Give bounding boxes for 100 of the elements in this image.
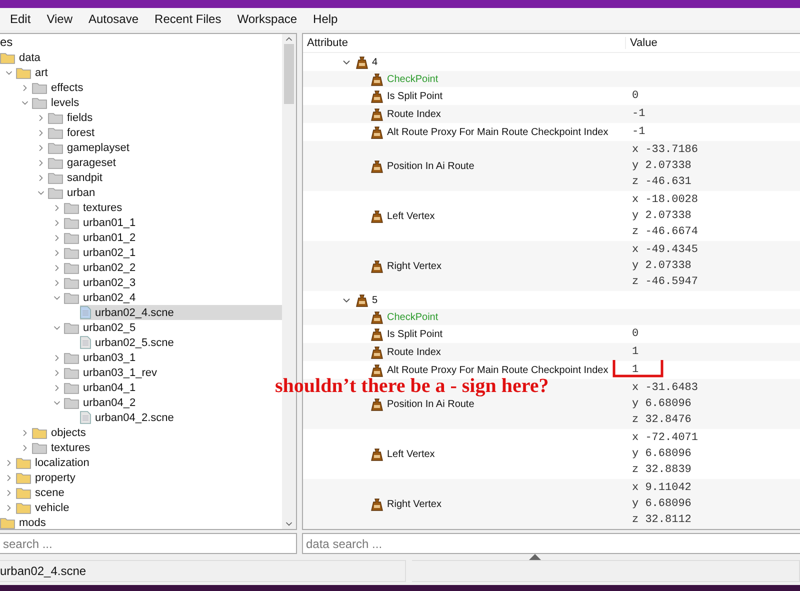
- vector-component: y 2.07338: [632, 259, 692, 274]
- vector-component: x 9.11042: [632, 481, 692, 496]
- attribute-name: Left Vertex: [387, 448, 435, 460]
- tree-item[interactable]: vehicle: [16, 500, 74, 515]
- bag-icon: [371, 72, 383, 86]
- vector-component: y 2.07338: [632, 209, 692, 224]
- bracket-drawing: [612, 359, 664, 379]
- vector-component: x -72.4071: [632, 431, 698, 446]
- vector-component: x -18.0028: [632, 193, 698, 208]
- bag-icon: [371, 346, 383, 358]
- tree-item[interactable]: textures: [32, 440, 94, 455]
- tree-item[interactable]: urban04_2: [64, 395, 140, 410]
- bag-icon: [371, 310, 383, 324]
- tree-item[interactable]: urban01_2: [64, 230, 140, 245]
- vector-component: z 32.8839: [632, 463, 692, 478]
- attribute-name: Route Index: [387, 346, 441, 358]
- tree-item[interactable]: urban02_5.scne: [80, 335, 178, 350]
- tree-item[interactable]: garageset: [48, 155, 120, 170]
- bag-icon: [371, 90, 383, 102]
- tree-item[interactable]: urban02_4: [64, 290, 140, 305]
- tree-item[interactable]: objects: [32, 425, 90, 440]
- tree-item[interactable]: urban01_1: [64, 215, 140, 230]
- annotation-text: shouldn’t there be a - sign here?: [275, 375, 549, 398]
- attribute-name: Right Vertex: [387, 498, 442, 510]
- vector-component: y 6.68096: [632, 497, 692, 512]
- tree-item[interactable]: art: [16, 65, 52, 80]
- attribute-value: 1: [632, 345, 639, 360]
- tree-item[interactable]: urban03_1: [64, 350, 140, 365]
- bag-icon: [371, 498, 383, 510]
- tree-item[interactable]: scene: [16, 485, 68, 500]
- bag-icon: [371, 364, 383, 376]
- group-label: 4: [372, 56, 378, 68]
- vector-component: y 6.68096: [632, 447, 692, 462]
- tree-item[interactable]: urban02_4.scne: [80, 305, 282, 320]
- attribute-value: -1: [632, 107, 646, 122]
- tree-item[interactable]: urban02_3: [64, 275, 140, 290]
- attribute-name: Is Split Point: [387, 90, 443, 102]
- tree-item[interactable]: mods: [0, 515, 50, 529]
- tree-item[interactable]: urban02_2: [64, 260, 140, 275]
- menu-item[interactable]: View: [38, 12, 80, 26]
- menu-item[interactable]: Edit: [2, 12, 39, 26]
- tree-item[interactable]: urban: [48, 185, 100, 200]
- attribute-value: 0: [632, 327, 639, 342]
- search-field[interactable]: data search ...: [302, 533, 800, 554]
- search-field[interactable]: search ...: [0, 533, 297, 554]
- vector-component: z -46.631: [632, 175, 692, 190]
- attribute-name: Left Vertex: [387, 210, 435, 222]
- vector-component: z -46.5947: [632, 275, 698, 290]
- tree-item[interactable]: urban04_1: [64, 380, 140, 395]
- tree-item[interactable]: sandpit: [48, 170, 106, 185]
- vector-component: y 2.07338: [632, 159, 692, 174]
- tree-item[interactable]: levels: [32, 95, 84, 110]
- attribute-name: Is Split Point: [387, 328, 443, 340]
- column-header: Value: [629, 37, 658, 49]
- column-header: es: [0, 35, 13, 49]
- tree-item[interactable]: urban02_1: [64, 245, 140, 260]
- tree-item[interactable]: urban03_1_rev: [64, 365, 162, 380]
- vector-component: z -46.6674: [632, 225, 698, 240]
- menu-item[interactable]: Help: [305, 12, 346, 26]
- menu-item[interactable]: Workspace: [229, 12, 306, 26]
- attribute-name: CheckPoint: [387, 312, 438, 322]
- vector-component: x -33.7186: [632, 143, 698, 158]
- tree-item[interactable]: localization: [16, 455, 94, 470]
- vector-component: z 32.8476: [632, 413, 692, 428]
- column-header: Attribute: [303, 37, 626, 49]
- vector-component: x -49.4345: [632, 243, 698, 258]
- bag-icon: [371, 160, 383, 172]
- attribute-name: Alt Route Proxy For Main Route Checkpoint Index: [387, 364, 608, 376]
- attribute-name: Right Vertex: [387, 260, 442, 272]
- tree-item[interactable]: effects: [32, 80, 88, 95]
- bag-icon: [371, 260, 383, 272]
- vector-component: y 6.68096: [632, 397, 692, 412]
- vector-component: x -31.6483: [632, 381, 698, 396]
- attribute-name: Route Index: [387, 108, 441, 120]
- bag-icon: [371, 108, 383, 120]
- vector-component: z 32.8112: [632, 513, 692, 528]
- status-text: urban02_4.scne: [0, 564, 86, 578]
- tree-item[interactable]: textures: [64, 200, 126, 215]
- bag-icon: [371, 398, 383, 410]
- bag-icon: [371, 126, 383, 138]
- tree-item[interactable]: forest: [48, 125, 99, 140]
- attribute-name: CheckPoint: [387, 74, 438, 84]
- menu-item[interactable]: Autosave: [80, 12, 147, 26]
- bag-icon: [356, 56, 368, 68]
- attribute-name: Position In Ai Route: [387, 398, 474, 410]
- attribute-value: 1: [632, 363, 639, 378]
- attribute-value: 0: [632, 89, 639, 104]
- attribute-value: -1: [632, 125, 646, 140]
- tree-item[interactable]: property: [16, 470, 80, 485]
- scrollbar-thumb[interactable]: [284, 44, 294, 104]
- tree-item[interactable]: gameplayset: [48, 140, 134, 155]
- tree-item[interactable]: data: [0, 50, 44, 65]
- menu-item[interactable]: Recent Files: [146, 12, 230, 26]
- tree-item[interactable]: fields: [48, 110, 97, 125]
- bag-icon: [371, 328, 383, 340]
- tree-item[interactable]: urban04_2.scne: [80, 410, 178, 425]
- group-label: 5: [372, 294, 378, 306]
- triangle-up-icon[interactable]: [529, 554, 541, 560]
- attribute-name: Position In Ai Route: [387, 160, 474, 172]
- tree-item[interactable]: urban02_5: [64, 320, 140, 335]
